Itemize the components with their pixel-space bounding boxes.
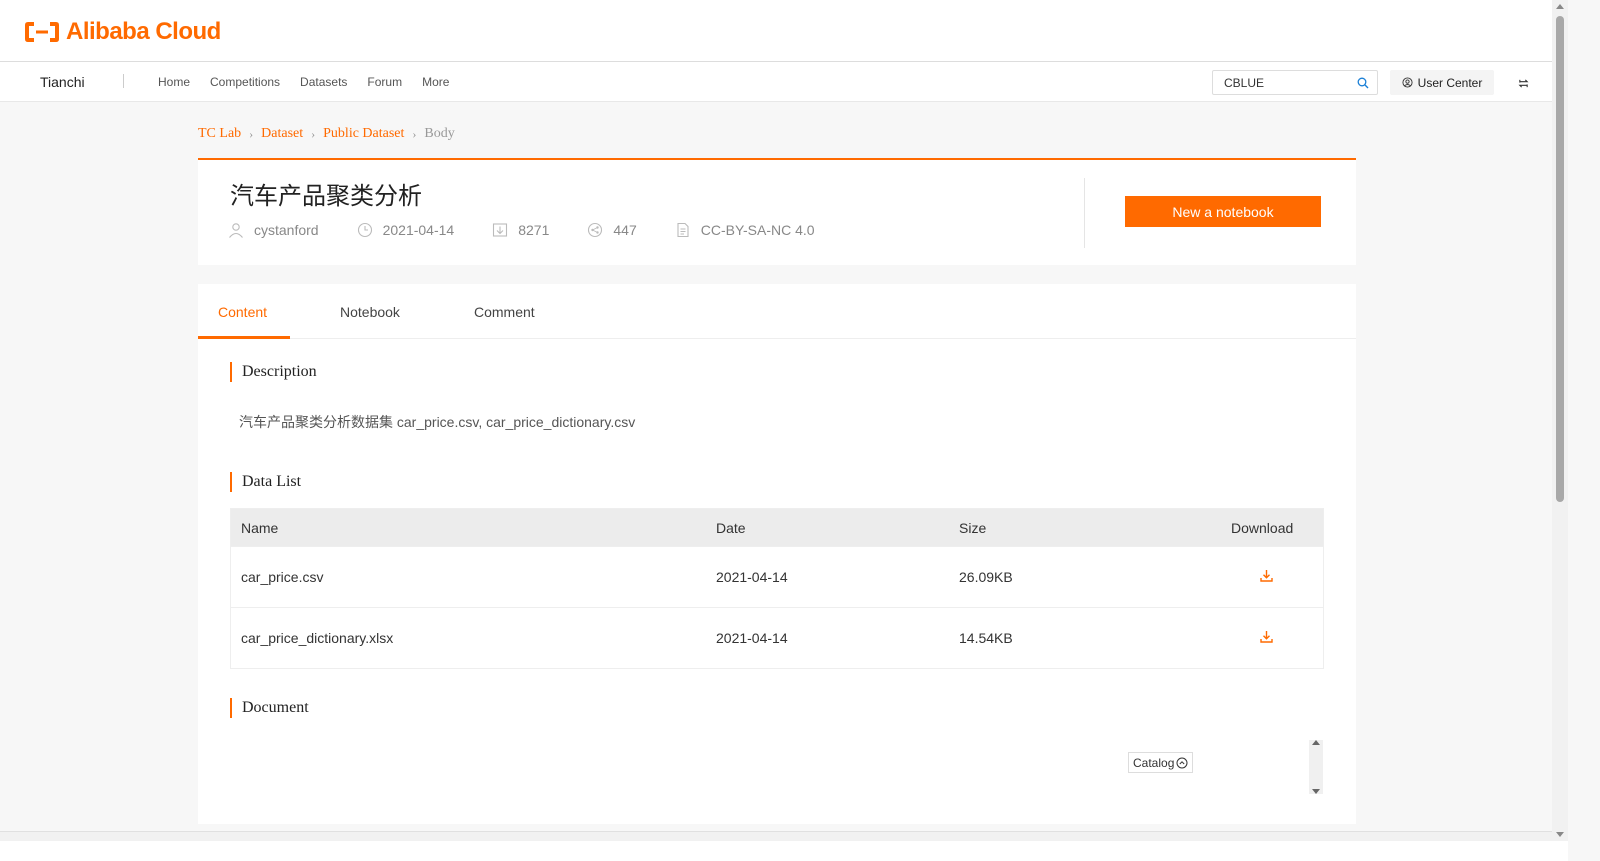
dataset-header-card: 汽车产品聚类分析 cystanford 2021-04-14 8271 447 … bbox=[198, 158, 1356, 265]
nav-link-datasets[interactable]: Datasets bbox=[300, 75, 347, 89]
license-label: CC-BY-SA-NC 4.0 bbox=[700, 222, 815, 238]
header-name: Name bbox=[241, 519, 279, 536]
scroll-up-arrow[interactable] bbox=[1556, 4, 1564, 9]
header-download: Download bbox=[1231, 519, 1294, 536]
breadcrumb-body: Body bbox=[424, 126, 455, 141]
author-name[interactable]: cystanford bbox=[254, 222, 319, 238]
page-horizontal-scrollbar[interactable] bbox=[0, 831, 1552, 841]
meta-author: cystanford bbox=[228, 222, 319, 238]
scroll-down-arrow[interactable] bbox=[1312, 789, 1320, 794]
alibaba-cloud-logo[interactable]: Alibaba Cloud bbox=[24, 18, 221, 46]
chevron-up-icon bbox=[1176, 757, 1188, 768]
user-center-label: User Center bbox=[1417, 75, 1483, 90]
table-row: car_price_dictionary.xlsx 2021-04-14 14.… bbox=[231, 607, 1323, 668]
file-size: 14.54KB bbox=[959, 630, 1013, 646]
page-vertical-scrollbar[interactable] bbox=[1552, 0, 1568, 861]
tab-content[interactable]: Content bbox=[218, 304, 267, 320]
search-input[interactable] bbox=[1213, 71, 1353, 94]
tab-notebook[interactable]: Notebook bbox=[340, 304, 400, 320]
file-name: car_price.csv bbox=[241, 569, 324, 585]
search-icon[interactable] bbox=[1357, 76, 1369, 94]
user-center-button[interactable]: User Center bbox=[1390, 70, 1494, 95]
download-count-icon bbox=[493, 223, 508, 237]
header-date: Date bbox=[716, 519, 746, 536]
table-row: car_price.csv 2021-04-14 26.09KB bbox=[231, 546, 1323, 607]
scroll-up-arrow[interactable] bbox=[1312, 740, 1320, 745]
alibaba-logo-icon bbox=[25, 22, 59, 42]
page-title: 汽车产品聚类分析 bbox=[230, 182, 422, 210]
nav-brand-tianchi[interactable]: Tianchi bbox=[40, 74, 85, 90]
data-list-heading: Data List bbox=[230, 472, 301, 492]
header-divider bbox=[1084, 178, 1085, 248]
language-switch-icon[interactable] bbox=[1518, 76, 1529, 94]
breadcrumb: TC Lab › Dataset › Public Dataset › Body bbox=[198, 126, 455, 142]
document-heading: Document bbox=[230, 698, 309, 718]
data-list-table: Name Date Size Download car_price.csv 20… bbox=[230, 508, 1324, 669]
meta-downloads: 8271 bbox=[492, 222, 549, 238]
logo-text: Alibaba Cloud bbox=[66, 18, 221, 45]
download-icon[interactable] bbox=[1260, 630, 1273, 646]
user-icon bbox=[229, 223, 243, 238]
nav-link-forum[interactable]: Forum bbox=[367, 75, 402, 89]
meta-citations: 447 bbox=[587, 222, 637, 238]
chevron-right-icon: › bbox=[249, 126, 254, 141]
brand-bar: Alibaba Cloud bbox=[0, 0, 1552, 62]
chevron-right-icon: › bbox=[412, 126, 417, 141]
description-text: 汽车产品聚类分析数据集 car_price.csv, car_price_dic… bbox=[239, 414, 636, 430]
tab-comment[interactable]: Comment bbox=[474, 304, 535, 320]
description-heading: Description bbox=[230, 362, 317, 382]
breadcrumb-dataset[interactable]: Dataset bbox=[261, 126, 303, 142]
citation-count: 447 bbox=[613, 222, 637, 238]
scrollbar-thumb[interactable] bbox=[1556, 16, 1564, 502]
file-date: 2021-04-14 bbox=[716, 630, 788, 646]
nav-links: Home Competitions Datasets Forum More bbox=[158, 75, 469, 89]
content-tabs: Content Notebook Comment bbox=[198, 284, 1356, 339]
new-notebook-button[interactable]: New a notebook bbox=[1125, 196, 1321, 227]
bottom-strip bbox=[0, 841, 1568, 861]
download-count: 8271 bbox=[518, 222, 550, 238]
share-icon bbox=[588, 222, 603, 238]
download-icon[interactable] bbox=[1260, 569, 1273, 585]
clock-icon bbox=[357, 222, 372, 238]
dataset-meta: cystanford 2021-04-14 8271 447 CC-BY-SA-… bbox=[228, 222, 853, 238]
header-size: Size bbox=[959, 519, 987, 536]
document-scrollbar[interactable] bbox=[1309, 740, 1323, 794]
nav-link-home[interactable]: Home bbox=[158, 75, 190, 89]
user-icon bbox=[1402, 77, 1413, 88]
scroll-down-arrow[interactable] bbox=[1556, 832, 1564, 837]
file-size: 26.09KB bbox=[959, 569, 1013, 585]
catalog-button[interactable]: Catalog bbox=[1128, 752, 1194, 773]
meta-date: 2021-04-14 bbox=[357, 222, 455, 238]
file-date: 2021-04-14 bbox=[716, 569, 788, 585]
breadcrumb-public-dataset[interactable]: Public Dataset bbox=[323, 126, 404, 142]
file-name: car_price_dictionary.xlsx bbox=[241, 630, 394, 646]
license-document-icon bbox=[677, 222, 689, 238]
top-nav: Tianchi Home Competitions Datasets Forum… bbox=[0, 62, 1552, 102]
nav-link-more[interactable]: More bbox=[422, 75, 449, 89]
nav-link-competitions[interactable]: Competitions bbox=[210, 75, 280, 89]
breadcrumb-tc-lab[interactable]: TC Lab bbox=[198, 126, 241, 142]
content-card: Content Notebook Comment Description 汽车产… bbox=[198, 284, 1356, 824]
table-header: Name Date Size Download bbox=[231, 509, 1323, 546]
search-box bbox=[1212, 70, 1378, 95]
publish-date: 2021-04-14 bbox=[382, 222, 455, 238]
nav-divider bbox=[123, 74, 124, 88]
chevron-right-icon: › bbox=[311, 126, 316, 141]
catalog-label: Catalog bbox=[1133, 755, 1175, 770]
meta-license: CC-BY-SA-NC 4.0 bbox=[675, 222, 815, 238]
active-tab-indicator bbox=[198, 336, 290, 339]
